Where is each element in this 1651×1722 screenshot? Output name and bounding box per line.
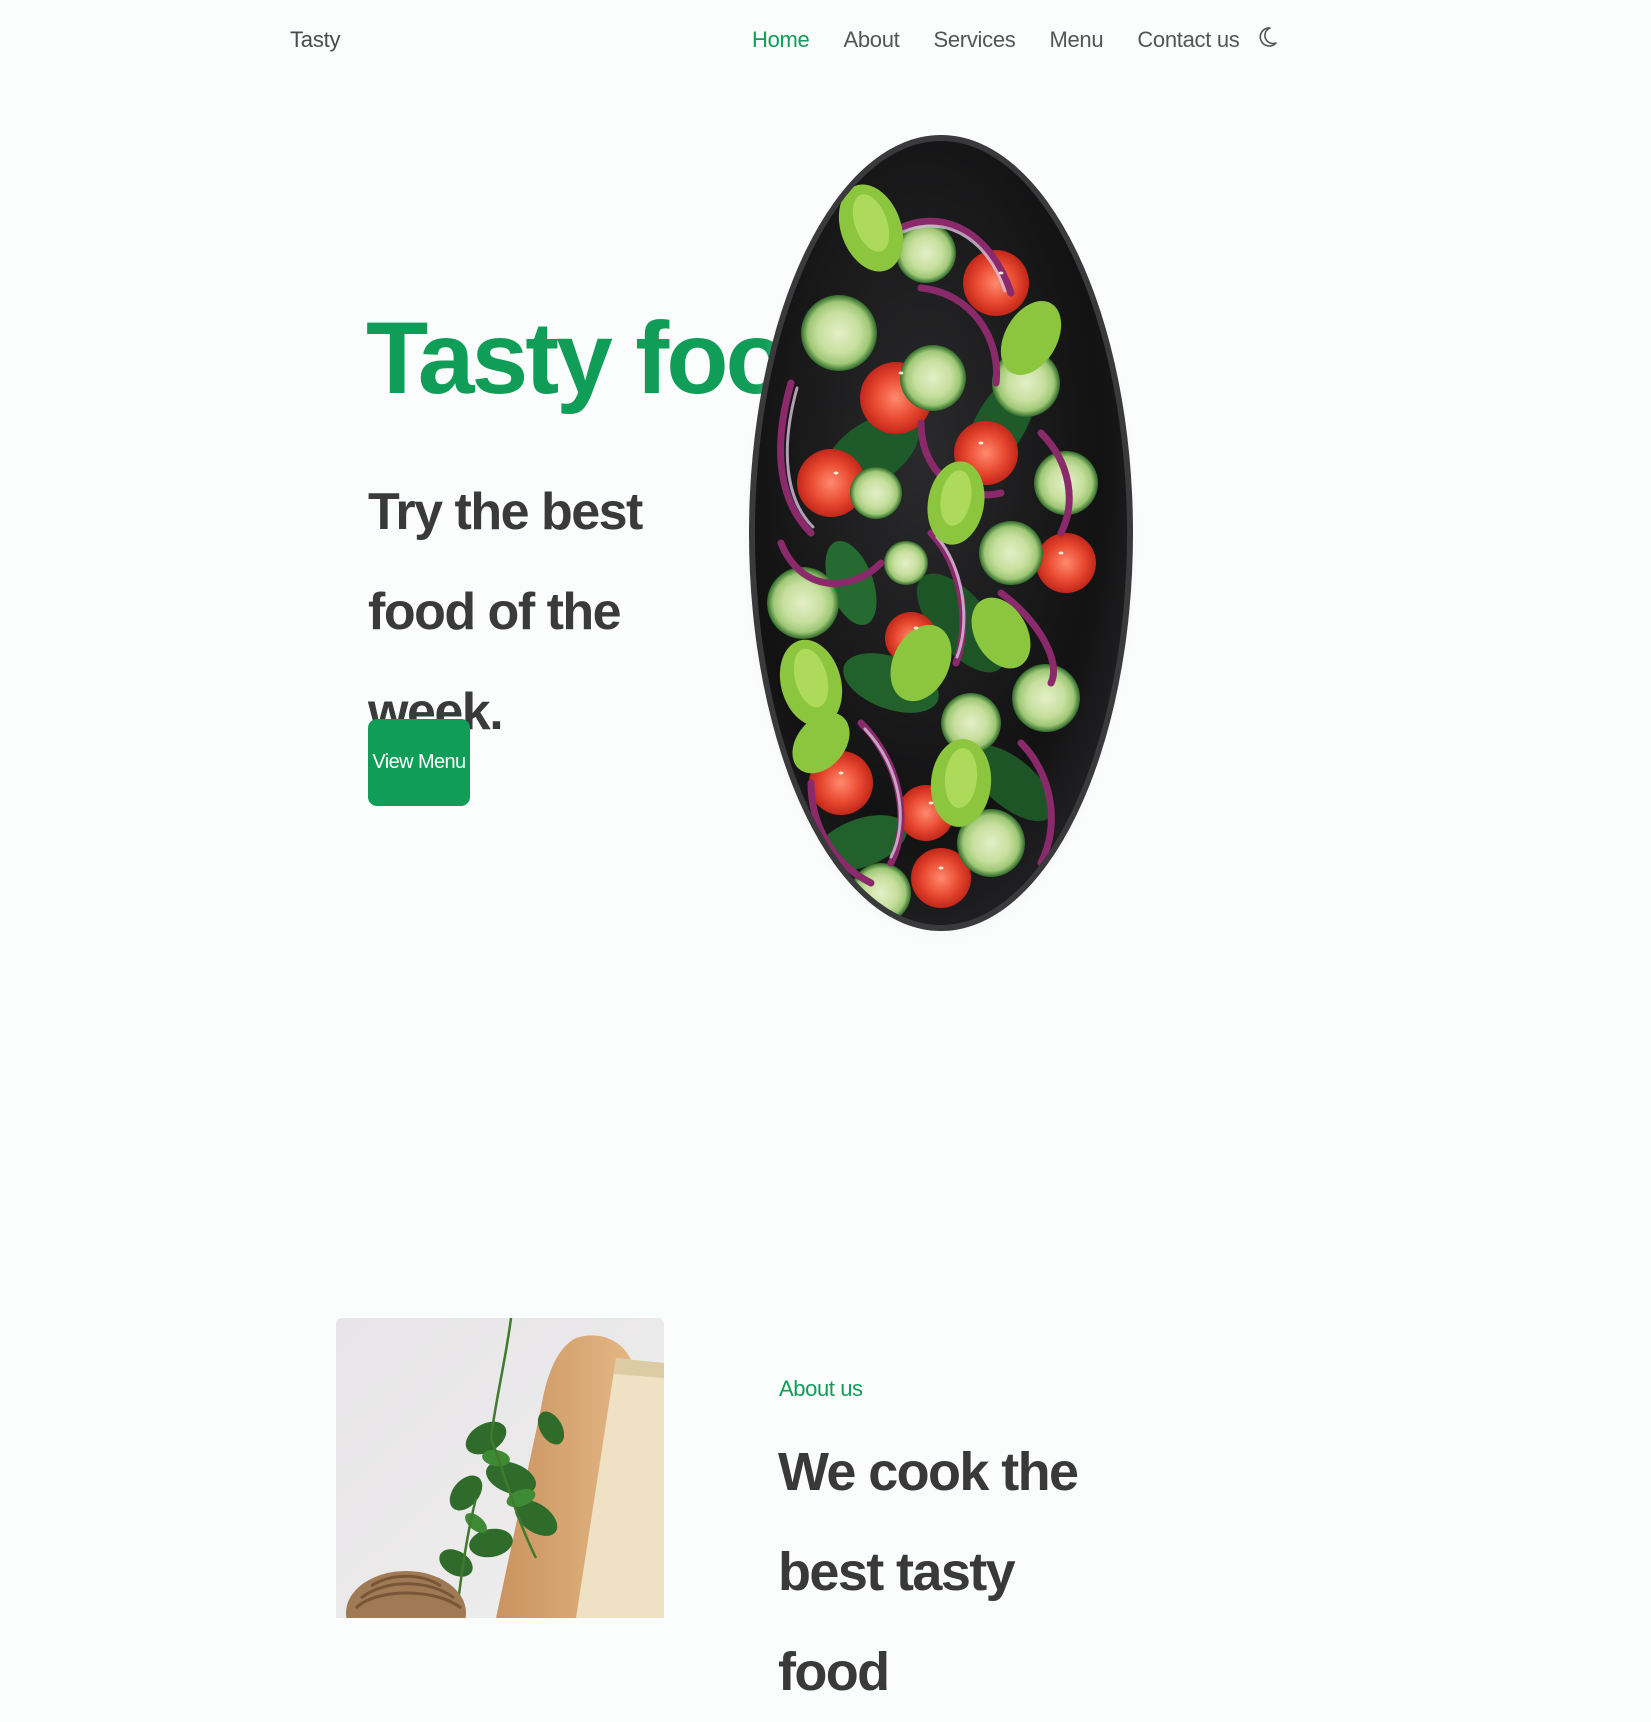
salad-plate-image <box>741 123 1146 953</box>
about-kicker: About us <box>779 1376 863 1401</box>
nav-link-home[interactable]: Home <box>752 27 810 53</box>
about-image <box>336 1318 664 1618</box>
site-header: Tasty Home About Services Menu Contact u… <box>0 0 1651 90</box>
nav-link-services[interactable]: Services <box>934 27 1016 53</box>
main-nav: Home About Services Menu Contact us <box>752 27 1279 53</box>
logo[interactable]: Tasty <box>290 27 341 53</box>
moon-icon[interactable] <box>1259 25 1279 49</box>
nav-link-about[interactable]: About <box>844 27 900 53</box>
hero-subtitle: Try the best food of the week. <box>368 483 643 741</box>
nav-link-menu[interactable]: Menu <box>1049 27 1103 53</box>
nav-link-contact[interactable]: Contact us <box>1137 27 1239 53</box>
view-menu-button[interactable]: View Menu <box>368 719 470 806</box>
about-title: We cook the best tasty food <box>778 1442 1079 1702</box>
